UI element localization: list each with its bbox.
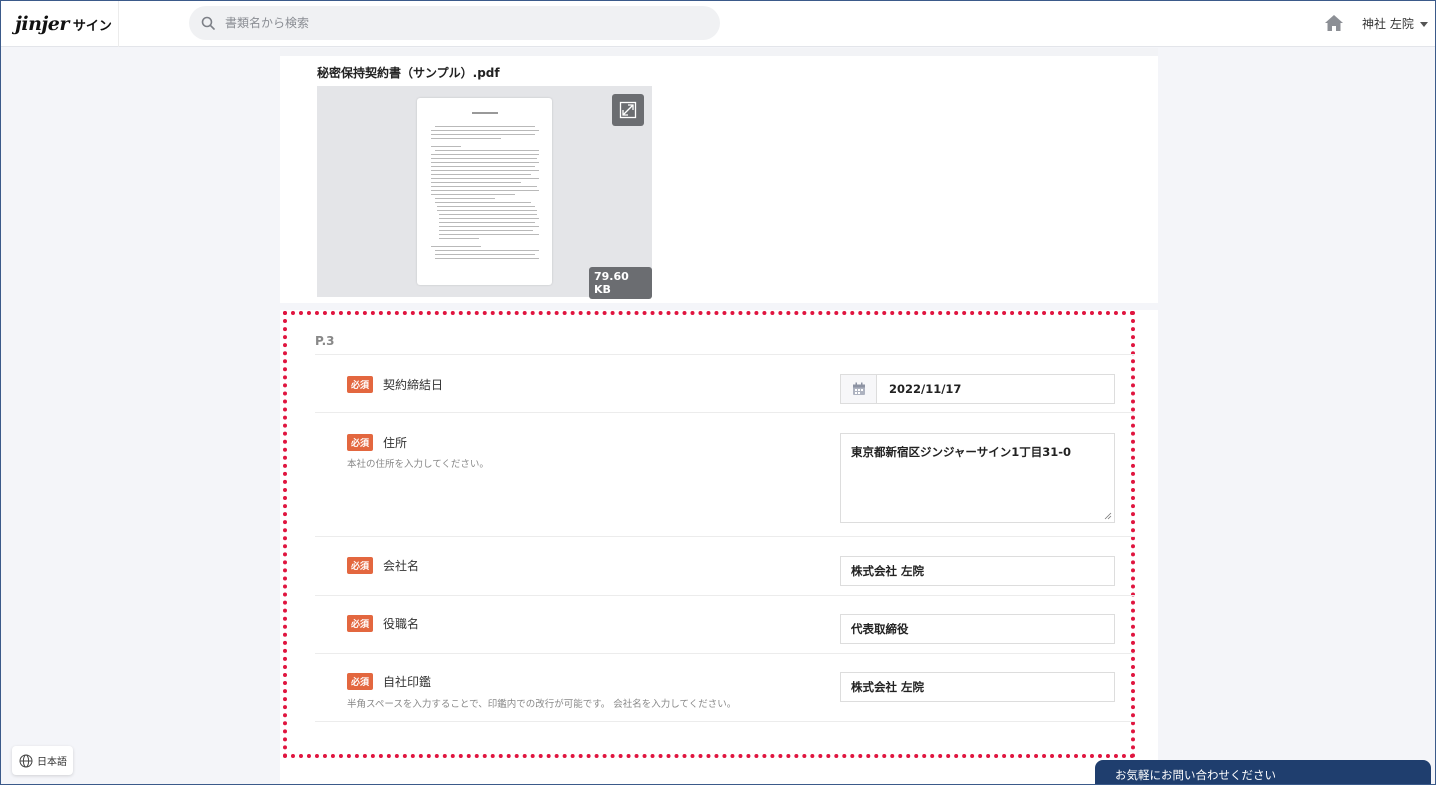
search-bar[interactable]	[189, 6, 720, 40]
address-textarea[interactable]: 東京都新宿区ジンジャーサイン1丁目31-0	[840, 433, 1115, 523]
logo[interactable]: jinjer サイン	[1, 1, 119, 47]
expand-button[interactable]	[612, 94, 644, 126]
file-name: 秘密保持契約書（サンプル）.pdf	[317, 66, 500, 80]
top-divider	[280, 48, 1158, 56]
section-gap	[280, 303, 1158, 310]
field-label-contract-date: 必須 契約締結日	[347, 376, 443, 393]
required-badge: 必須	[347, 434, 374, 451]
required-badge: 必須	[347, 673, 374, 690]
required-badge: 必須	[347, 557, 374, 574]
field-label-address: 必須 住所	[347, 434, 407, 451]
divider	[315, 653, 1135, 654]
field-label: 会社名	[383, 559, 420, 573]
globe-icon	[19, 754, 33, 767]
position-input[interactable]: 代表取締役	[840, 614, 1115, 644]
address-value: 東京都新宿区ジンジャーサイン1丁目31-0	[851, 445, 1071, 459]
home-icon[interactable]	[1324, 13, 1344, 33]
contact-button[interactable]: お気軽にお問い合わせください	[1095, 760, 1431, 784]
company-seal-input[interactable]: 株式会社 左院	[840, 672, 1115, 702]
divider	[315, 721, 1135, 722]
search-input[interactable]	[225, 16, 685, 30]
calendar-icon[interactable]	[841, 375, 877, 403]
expand-icon	[619, 101, 637, 119]
field-hint: 本社の住所を入力してください。	[347, 459, 489, 470]
contract-date-field[interactable]: 2022/11/17	[840, 374, 1115, 404]
resize-handle-icon[interactable]	[1104, 512, 1112, 520]
required-badge: 必須	[347, 376, 374, 393]
logo-sub: サイン	[72, 18, 112, 34]
logo-text: jinjer	[15, 13, 69, 35]
language-button[interactable]: 日本語	[12, 746, 73, 775]
field-label: 役職名	[383, 617, 420, 631]
field-hint: 半角スペースを入力することで、印鑑内での改行が可能です。 会社名を入力してくださ…	[347, 699, 737, 710]
field-label-company-seal: 必須 自社印鑑	[347, 673, 431, 690]
top-header: jinjer サイン 神社 左院	[1, 1, 1435, 47]
app-frame: jinjer サイン 神社 左院 秘密保持契約書（サンプル）.pdf	[0, 0, 1436, 785]
position-value: 代表取締役	[851, 622, 909, 636]
divider	[315, 354, 1135, 355]
chevron-down-icon	[1419, 22, 1428, 27]
main-content: 秘密保持契約書（サンプル）.pdf 79.60 KB P.3 必須 契約締結日 …	[280, 48, 1158, 784]
divider	[315, 595, 1135, 596]
date-value: 2022/11/17	[877, 375, 961, 403]
file-size-badge: 79.60 KB	[589, 267, 652, 299]
page-3-form-section: P.3 必須 契約締結日 2022/11/17 必須 住所 本社の住所を入力して…	[283, 311, 1135, 758]
field-label-company-name: 必須 会社名	[347, 557, 419, 574]
field-label: 契約締結日	[383, 378, 444, 392]
required-badge: 必須	[347, 615, 374, 632]
company-seal-value: 株式会社 左院	[851, 680, 925, 694]
language-label: 日本語	[37, 757, 67, 768]
company-name-value: 株式会社 左院	[851, 564, 925, 578]
field-label: 住所	[383, 436, 408, 450]
user-menu[interactable]: 神社 左院	[1362, 15, 1428, 32]
divider	[315, 536, 1135, 537]
document-thumbnail	[417, 98, 552, 285]
page-label: P.3	[315, 334, 335, 348]
company-name-input[interactable]: 株式会社 左院	[840, 556, 1115, 586]
divider	[315, 412, 1135, 413]
user-name: 神社 左院	[1362, 17, 1414, 31]
document-preview[interactable]: 79.60 KB	[317, 86, 652, 299]
contact-label: お気軽にお問い合わせください	[1115, 768, 1276, 782]
field-label-position: 必須 役職名	[347, 615, 419, 632]
search-icon	[201, 16, 215, 30]
field-label: 自社印鑑	[383, 675, 432, 689]
date-text: 2022/11/17	[889, 382, 962, 396]
